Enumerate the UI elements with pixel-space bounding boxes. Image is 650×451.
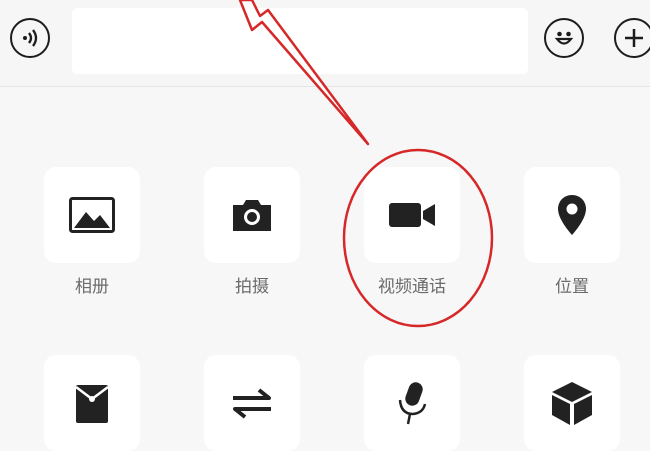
voice-input-button[interactable]	[10, 18, 50, 58]
video-camera-icon	[389, 203, 435, 227]
red-packet-tile[interactable]	[44, 355, 140, 451]
album-label: 相册	[75, 277, 109, 297]
red-packet-item[interactable]	[44, 355, 140, 451]
message-input[interactable]	[72, 8, 528, 74]
favorites-tile[interactable]	[524, 355, 620, 451]
voice-input-tile[interactable]	[364, 355, 460, 451]
red-packet-icon	[75, 385, 109, 423]
image-icon	[69, 197, 115, 233]
emoji-button[interactable]	[544, 18, 584, 58]
transfer-tile[interactable]	[204, 355, 300, 451]
album-tile[interactable]	[44, 167, 140, 263]
favorites-item[interactable]	[524, 355, 620, 451]
location-pin-icon	[558, 195, 586, 235]
smiley-icon	[554, 31, 574, 45]
chat-input-bar	[0, 0, 650, 86]
camera-item[interactable]	[204, 167, 300, 263]
video-call-label: 视频通话	[378, 277, 446, 297]
location-label: 位置	[555, 277, 589, 297]
plus-icon	[625, 29, 643, 47]
transfer-icon	[233, 388, 271, 419]
location-item[interactable]	[524, 167, 620, 263]
camera-icon	[233, 200, 271, 231]
video-call-item[interactable]	[364, 167, 460, 263]
cube-icon	[552, 382, 592, 425]
video-call-tile[interactable]	[364, 167, 460, 263]
album-item[interactable]	[44, 167, 140, 263]
transfer-item[interactable]	[204, 355, 300, 451]
voice-wave-icon	[23, 29, 38, 47]
more-functions-button[interactable]	[614, 18, 650, 58]
panel-divider	[0, 86, 650, 87]
camera-label: 拍摄	[235, 277, 269, 297]
microphone-icon	[398, 382, 427, 425]
location-tile[interactable]	[524, 167, 620, 263]
voice-input-item[interactable]	[364, 355, 460, 451]
camera-tile[interactable]	[204, 167, 300, 263]
